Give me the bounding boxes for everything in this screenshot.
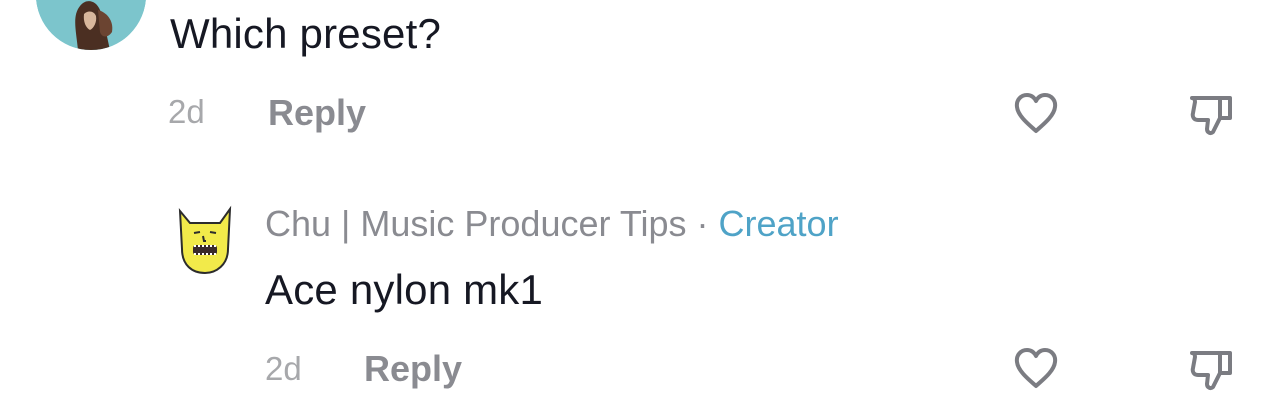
comment-thread: Which preset? 2d Reply Chu | Music Produ… [0, 0, 1284, 417]
like-button[interactable] [1010, 343, 1062, 395]
username[interactable]: Chu | Music Producer Tips [265, 203, 687, 244]
heart-outline-icon [1014, 348, 1058, 388]
comment-text: Which preset? [170, 10, 442, 57]
thumbs-down-outline-icon [1190, 351, 1232, 390]
reply-text: Ace nylon mk1 [265, 266, 544, 313]
thumbs-down-outline-icon [1190, 96, 1232, 135]
creator-badge: Creator [718, 203, 839, 244]
avatar[interactable] [176, 203, 234, 277]
dislike-button[interactable] [1186, 88, 1238, 140]
reply-button[interactable]: Reply [268, 92, 366, 134]
heart-outline-icon [1014, 93, 1058, 133]
dislike-button[interactable] [1186, 343, 1238, 395]
avatar[interactable] [36, 0, 146, 50]
reply-timestamp: 2d [265, 350, 302, 387]
reply-username-line: Chu | Music Producer Tips · Creator [265, 203, 839, 245]
yellow-cat-face-avatar-icon [178, 205, 232, 275]
like-button[interactable] [1010, 88, 1062, 140]
monkey-avatar-icon [36, 0, 146, 50]
comment-timestamp: 2d [168, 93, 205, 130]
reply-button[interactable]: Reply [364, 348, 462, 390]
separator-dot: · [696, 203, 709, 244]
